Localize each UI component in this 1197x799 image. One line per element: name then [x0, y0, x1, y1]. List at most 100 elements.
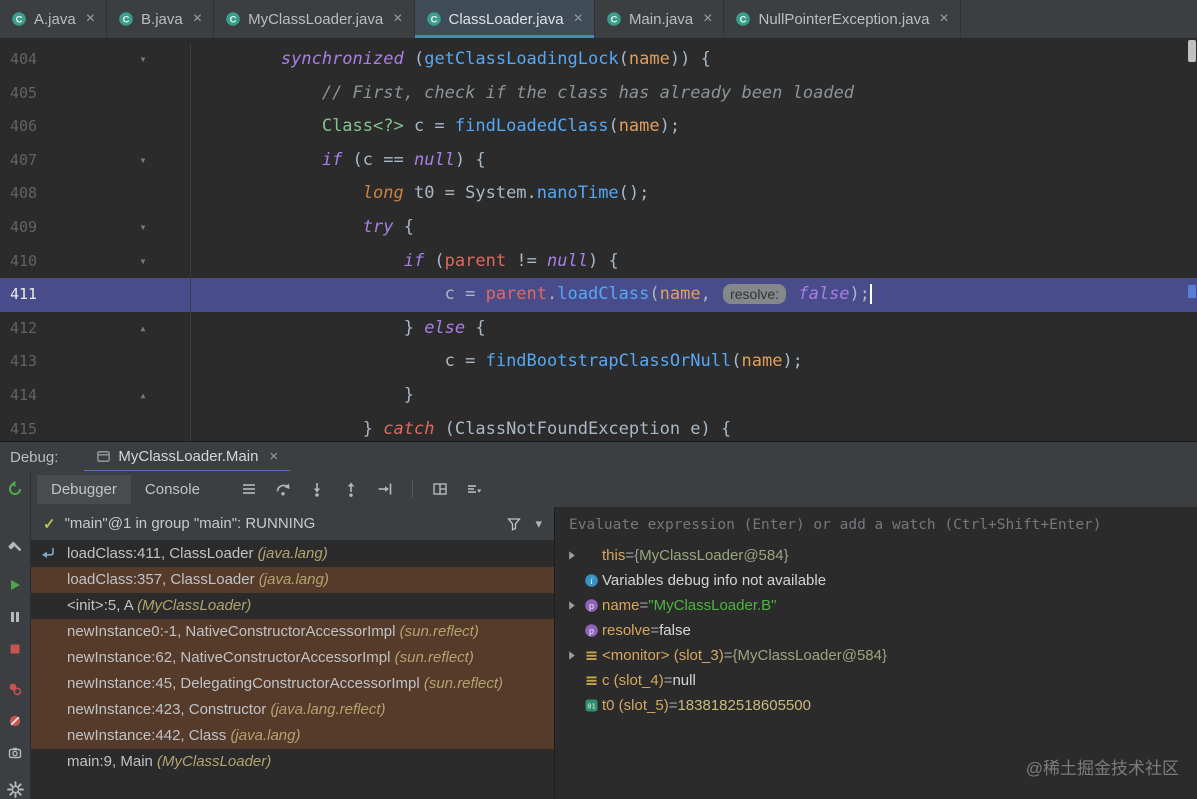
build-icon[interactable]	[4, 536, 26, 558]
resume-icon[interactable]	[4, 574, 26, 596]
tab-label: ClassLoader.java	[448, 10, 564, 28]
variable-row[interactable]: p resolve = false	[555, 618, 1197, 643]
expand-chevron-icon[interactable]	[563, 550, 580, 561]
run-to-cursor-icon[interactable]	[376, 480, 394, 498]
expand-chevron-icon[interactable]	[563, 600, 580, 611]
variable-row[interactable]: this = {MyClassLoader@584}	[555, 543, 1197, 568]
line-number[interactable]: 406	[0, 110, 68, 144]
tab-close-icon[interactable]: ×	[193, 11, 202, 27]
code-line: 405 // First, check if the class has alr…	[0, 76, 1197, 111]
variable-value: {MyClassLoader@584}	[634, 547, 789, 564]
line-number[interactable]: 407	[0, 144, 68, 178]
gutter-space	[68, 379, 130, 413]
line-number[interactable]: 408	[0, 177, 68, 211]
variable-row[interactable]: p name = "MyClassLoader.B"	[555, 593, 1197, 618]
line-number[interactable]: 412	[0, 312, 68, 346]
editor-tab-myclassloader-java[interactable]: C MyClassLoader.java ×	[214, 0, 415, 38]
step-out-icon[interactable]	[342, 480, 360, 498]
frame-location: (sun.reflect)	[394, 649, 474, 666]
frame-location: (sun.reflect)	[399, 623, 479, 640]
editor-tab-a-java[interactable]: C A.java ×	[0, 0, 108, 38]
text-caret	[870, 284, 873, 305]
session-tab-close-icon[interactable]: ×	[269, 448, 278, 465]
stack-frame[interactable]: loadClass:411, ClassLoader (java.lang)	[31, 541, 554, 567]
line-number[interactable]: 409	[0, 211, 68, 245]
variable-row[interactable]: <monitor> (slot_3) = {MyClassLoader@584}	[555, 643, 1197, 668]
rerun-icon[interactable]	[4, 478, 26, 500]
equals-separator: =	[668, 697, 678, 714]
thread-dump-icon[interactable]	[4, 742, 26, 764]
chevron-down-icon[interactable]: ▾	[535, 516, 542, 532]
stack-frame[interactable]: <init>:5, A (MyClassLoader)	[31, 593, 554, 619]
line-number[interactable]: 405	[0, 77, 68, 111]
fold-marker-icon[interactable]: ▾	[130, 211, 156, 245]
view-options-icon[interactable]	[465, 480, 483, 498]
tab-close-icon[interactable]: ×	[939, 11, 948, 27]
stack-frame[interactable]: newInstance:62, NativeConstructorAccesso…	[31, 645, 554, 671]
editor-tab-main-java[interactable]: C Main.java ×	[595, 0, 725, 38]
editor-tab-b-java[interactable]: C B.java ×	[107, 0, 215, 38]
evaluate-expression-input[interactable]	[567, 516, 1185, 534]
fold-marker-icon[interactable]: ▴	[130, 312, 156, 346]
fold-marker-icon[interactable]: ▾	[130, 144, 156, 178]
view-breakpoints-icon[interactable]	[4, 678, 26, 700]
line-number[interactable]: 410	[0, 245, 68, 279]
fold-marker-icon[interactable]: ▴	[130, 379, 156, 413]
editor-scrollbar[interactable]	[1187, 38, 1197, 441]
layout-grid-icon[interactable]	[431, 480, 449, 498]
menu-icon[interactable]	[240, 480, 258, 498]
stack-frame[interactable]: newInstance:423, Constructor (java.lang.…	[31, 697, 554, 723]
scrollbar-thumb[interactable]	[1188, 40, 1196, 62]
tab-close-icon[interactable]: ×	[393, 11, 402, 27]
step-over-icon[interactable]	[274, 480, 292, 498]
editor-tab-classloader-java[interactable]: C ClassLoader.java ×	[414, 0, 595, 38]
stack-frame[interactable]: main:9, Main (MyClassLoader)	[31, 749, 554, 775]
line-number[interactable]: 415	[0, 413, 68, 441]
step-into-icon[interactable]	[308, 480, 326, 498]
fold-marker-icon[interactable]: ▾	[130, 43, 156, 77]
pause-icon[interactable]	[4, 606, 26, 628]
line-number[interactable]: 404	[0, 43, 68, 77]
filter-funnel-icon[interactable]	[507, 517, 522, 531]
stack-frame[interactable]: newInstance:442, Class (java.lang)	[31, 723, 554, 749]
info-text: Variables debug info not available	[602, 572, 827, 589]
gutter-space	[68, 278, 130, 312]
editor-tab-nullpointerexception-java[interactable]: C NullPointerException.java ×	[724, 0, 961, 38]
tab-console[interactable]: Console	[131, 475, 214, 504]
variable-value: false	[659, 622, 691, 639]
code-text: try {	[362, 216, 414, 237]
tab-close-icon[interactable]: ×	[86, 11, 95, 27]
variables-list: this = {MyClassLoader@584} i Variables deb…	[555, 543, 1197, 718]
expand-chevron-icon[interactable]	[563, 650, 580, 661]
stop-icon[interactable]	[4, 638, 26, 660]
debug-session-tab[interactable]: MyClassLoader.Main ×	[84, 442, 291, 472]
line-number[interactable]: 413	[0, 345, 68, 379]
stack-frame[interactable]: newInstance:45, DelegatingConstructorAcc…	[31, 671, 554, 697]
settings-icon[interactable]	[4, 778, 26, 799]
debug-info-row[interactable]: i Variables debug info not available	[555, 568, 1197, 593]
tab-debugger[interactable]: Debugger	[37, 474, 131, 504]
variable-value: {MyClassLoader@584}	[732, 647, 887, 664]
code-editor[interactable]: 404 ▾ synchronized (getClassLoadingLock(n…	[0, 38, 1197, 441]
frame-location: (java.lang.reflect)	[270, 701, 386, 718]
stack-frame[interactable]: newInstance0:-1, NativeConstructorAccess…	[31, 619, 554, 645]
fold-marker-empty	[130, 177, 156, 211]
variable-row[interactable]: c (slot_4) = null	[555, 668, 1197, 693]
thread-selector[interactable]: ✓ "main"@1 in group "main": RUNNING ▾	[31, 507, 554, 541]
primitive-icon: 01	[580, 698, 602, 713]
line-number[interactable]: 414	[0, 379, 68, 413]
variable-row[interactable]: 01 t0 (slot_5) = 1838182518605500	[555, 693, 1197, 718]
mute-breakpoints-icon[interactable]	[4, 710, 26, 732]
line-number[interactable]: 411	[0, 278, 68, 312]
tab-close-icon[interactable]: ×	[574, 11, 583, 27]
gutter-separator	[156, 244, 191, 279]
fold-marker-empty	[130, 413, 156, 441]
tab-close-icon[interactable]: ×	[703, 11, 712, 27]
equals-separator: =	[663, 672, 673, 689]
debug-header: Debug: MyClassLoader.Main ×	[0, 441, 1197, 472]
fold-marker-empty	[130, 345, 156, 379]
fold-marker-icon[interactable]: ▾	[130, 245, 156, 279]
stack-frame[interactable]: loadClass:357, ClassLoader (java.lang)	[31, 567, 554, 593]
code-text: Class<?> c = findLoadedClass(name);	[321, 116, 681, 137]
code-line: 415 } catch (ClassNotFoundException e) {	[0, 412, 1197, 441]
